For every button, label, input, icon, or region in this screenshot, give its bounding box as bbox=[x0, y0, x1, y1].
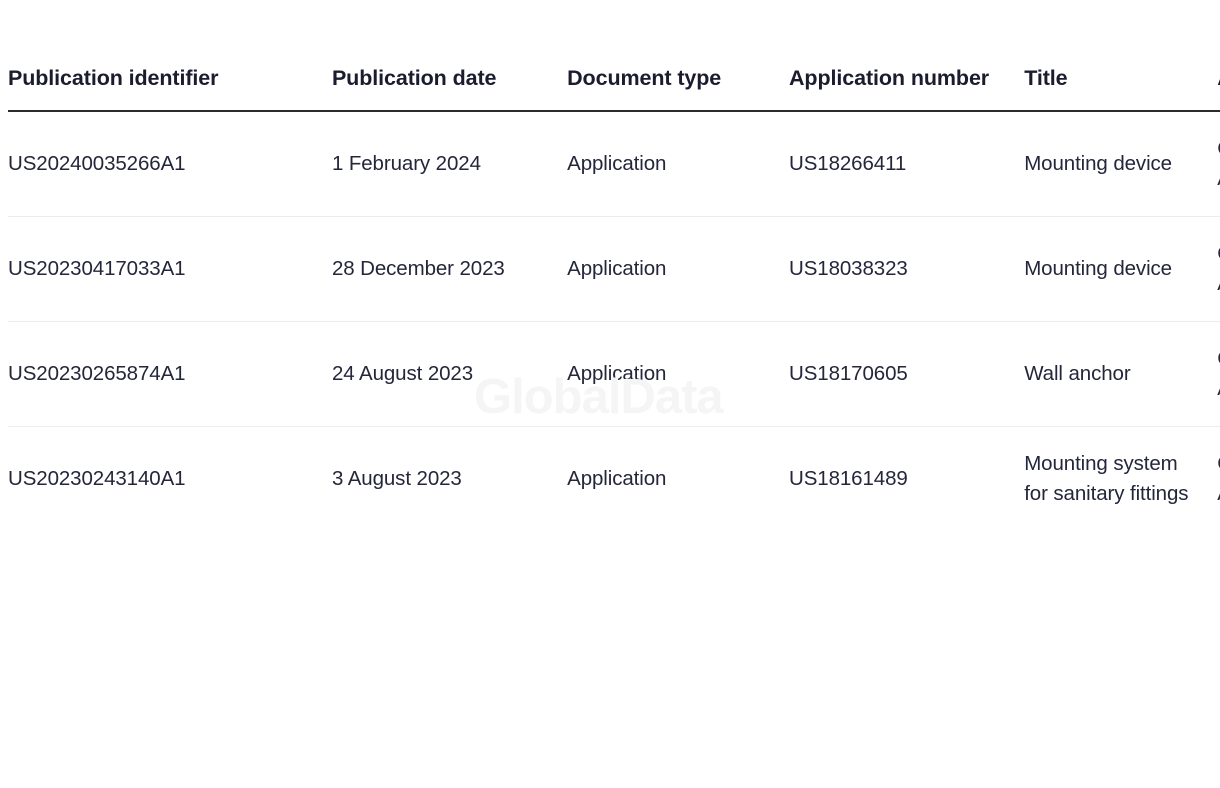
cell-publication-identifier: US20230417033A1 bbox=[8, 216, 332, 322]
column-header-publication-date[interactable]: Publication date bbox=[331, 62, 568, 112]
cell-title: Mounting device bbox=[1024, 111, 1218, 217]
table-header: Publication identifier Publication date … bbox=[8, 62, 1220, 112]
cell-title: Wall anchor bbox=[1024, 321, 1218, 427]
cell-publication-identifier: US20240035266A1 bbox=[8, 111, 332, 217]
cell-title: Mounting system for sanitary fittings bbox=[1024, 452, 1189, 505]
cell-application-number: US18038323 bbox=[789, 216, 1025, 322]
cell-application-number: US18170605 bbox=[789, 321, 1025, 427]
table-row[interactable]: US20230265874A1 24 August 2023 Applicati… bbox=[8, 321, 1220, 427]
cell-publication-date: 3 August 2023 bbox=[331, 467, 462, 490]
cell-application-number: US18161489 bbox=[789, 467, 908, 490]
patent-results-table: Publication identifier Publication date … bbox=[8, 62, 1220, 531]
cell-publication-identifier: US20230243140A1 bbox=[8, 467, 186, 490]
table-row[interactable]: US20230243140A1 3 August 2023 Applicatio… bbox=[8, 427, 1220, 532]
cell-document-type: Application bbox=[567, 216, 789, 322]
column-header-publication-identifier[interactable]: Publication identifier bbox=[8, 62, 332, 112]
column-header-application-number[interactable]: Application number bbox=[789, 62, 1025, 112]
column-header-document-type[interactable]: Document type bbox=[567, 62, 789, 112]
table-header-row: Publication identifier Publication date … bbox=[8, 62, 1220, 112]
cell-document-type: Application bbox=[567, 467, 667, 490]
cell-publication-date: 24 August 2023 bbox=[331, 321, 568, 427]
table-row[interactable]: US20230417033A1 28 December 2023 Applica… bbox=[8, 216, 1220, 322]
cell-document-type: Application bbox=[567, 111, 789, 217]
patent-table-container: GlobalData Publication identifier Public… bbox=[0, 0, 1220, 788]
cell-publication-identifier: US20230265874A1 bbox=[8, 321, 332, 427]
table-body: US20240035266A1 1 February 2024 Applicat… bbox=[8, 111, 1220, 531]
cell-publication-date: 28 December 2023 bbox=[331, 216, 568, 322]
cell-application-number: US18266411 bbox=[789, 111, 1025, 217]
cell-title: Mounting device bbox=[1024, 216, 1218, 322]
cell-publication-date: 1 February 2024 bbox=[331, 111, 568, 217]
column-header-title[interactable]: Title bbox=[1024, 62, 1218, 112]
cell-document-type: Application bbox=[567, 321, 789, 427]
table-row[interactable]: US20240035266A1 1 February 2024 Applicat… bbox=[8, 111, 1220, 217]
